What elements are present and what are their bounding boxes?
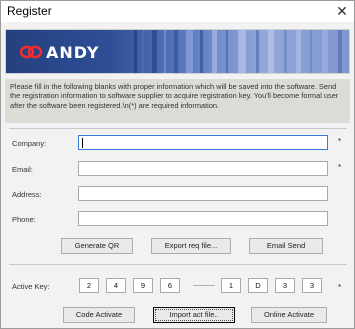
- key-box-6[interactable]: D: [248, 278, 268, 293]
- divider: [9, 128, 347, 129]
- address-field[interactable]: [78, 186, 328, 201]
- company-required-mark: *: [338, 137, 342, 146]
- text-caret: [82, 138, 83, 148]
- brand-banner: ANDY: [5, 29, 350, 74]
- address-label: Address:: [12, 190, 42, 199]
- register-dialog: Register ✕ ANDY Please fill in the follo…: [0, 0, 355, 329]
- phone-label: Phone:: [12, 215, 36, 224]
- company-label: Company:: [12, 139, 47, 148]
- active-key-required-mark: *: [338, 283, 342, 292]
- divider: [9, 264, 347, 265]
- generate-qr-button[interactable]: Generate QR: [61, 238, 133, 254]
- info-panel: Please fill in the following blanks with…: [5, 79, 350, 123]
- email-field[interactable]: [78, 161, 328, 176]
- company-field[interactable]: [78, 135, 328, 150]
- title-bar: Register ✕: [1, 1, 354, 22]
- email-required-mark: *: [338, 163, 342, 172]
- window-title: Register: [7, 4, 52, 18]
- key-box-1[interactable]: 2: [79, 278, 99, 293]
- key-separator: [193, 285, 215, 286]
- export-req-file-button[interactable]: Export req file...: [151, 238, 231, 254]
- key-box-2[interactable]: 4: [106, 278, 126, 293]
- online-activate-button[interactable]: Online Activate: [251, 307, 327, 323]
- phone-field[interactable]: [78, 211, 328, 226]
- logo-text: ANDY: [46, 42, 100, 62]
- close-icon[interactable]: ✕: [333, 1, 351, 21]
- email-send-button[interactable]: Email Send: [249, 238, 323, 254]
- logo-icon: [20, 45, 43, 59]
- key-box-4[interactable]: 6: [160, 278, 180, 293]
- brand-logo: ANDY: [20, 41, 115, 63]
- info-text: Please fill in the following blanks with…: [10, 82, 339, 110]
- code-activate-button[interactable]: Code Activate: [63, 307, 135, 323]
- key-box-7[interactable]: 3: [275, 278, 295, 293]
- import-act-file-button[interactable]: Import act file..: [153, 307, 235, 323]
- banner-stripes: [134, 30, 342, 73]
- email-label: Email:: [12, 165, 33, 174]
- key-box-8[interactable]: 3: [302, 278, 322, 293]
- key-box-5[interactable]: 1: [221, 278, 241, 293]
- key-box-3[interactable]: 9: [133, 278, 153, 293]
- active-key-label: Active Key:: [12, 282, 50, 291]
